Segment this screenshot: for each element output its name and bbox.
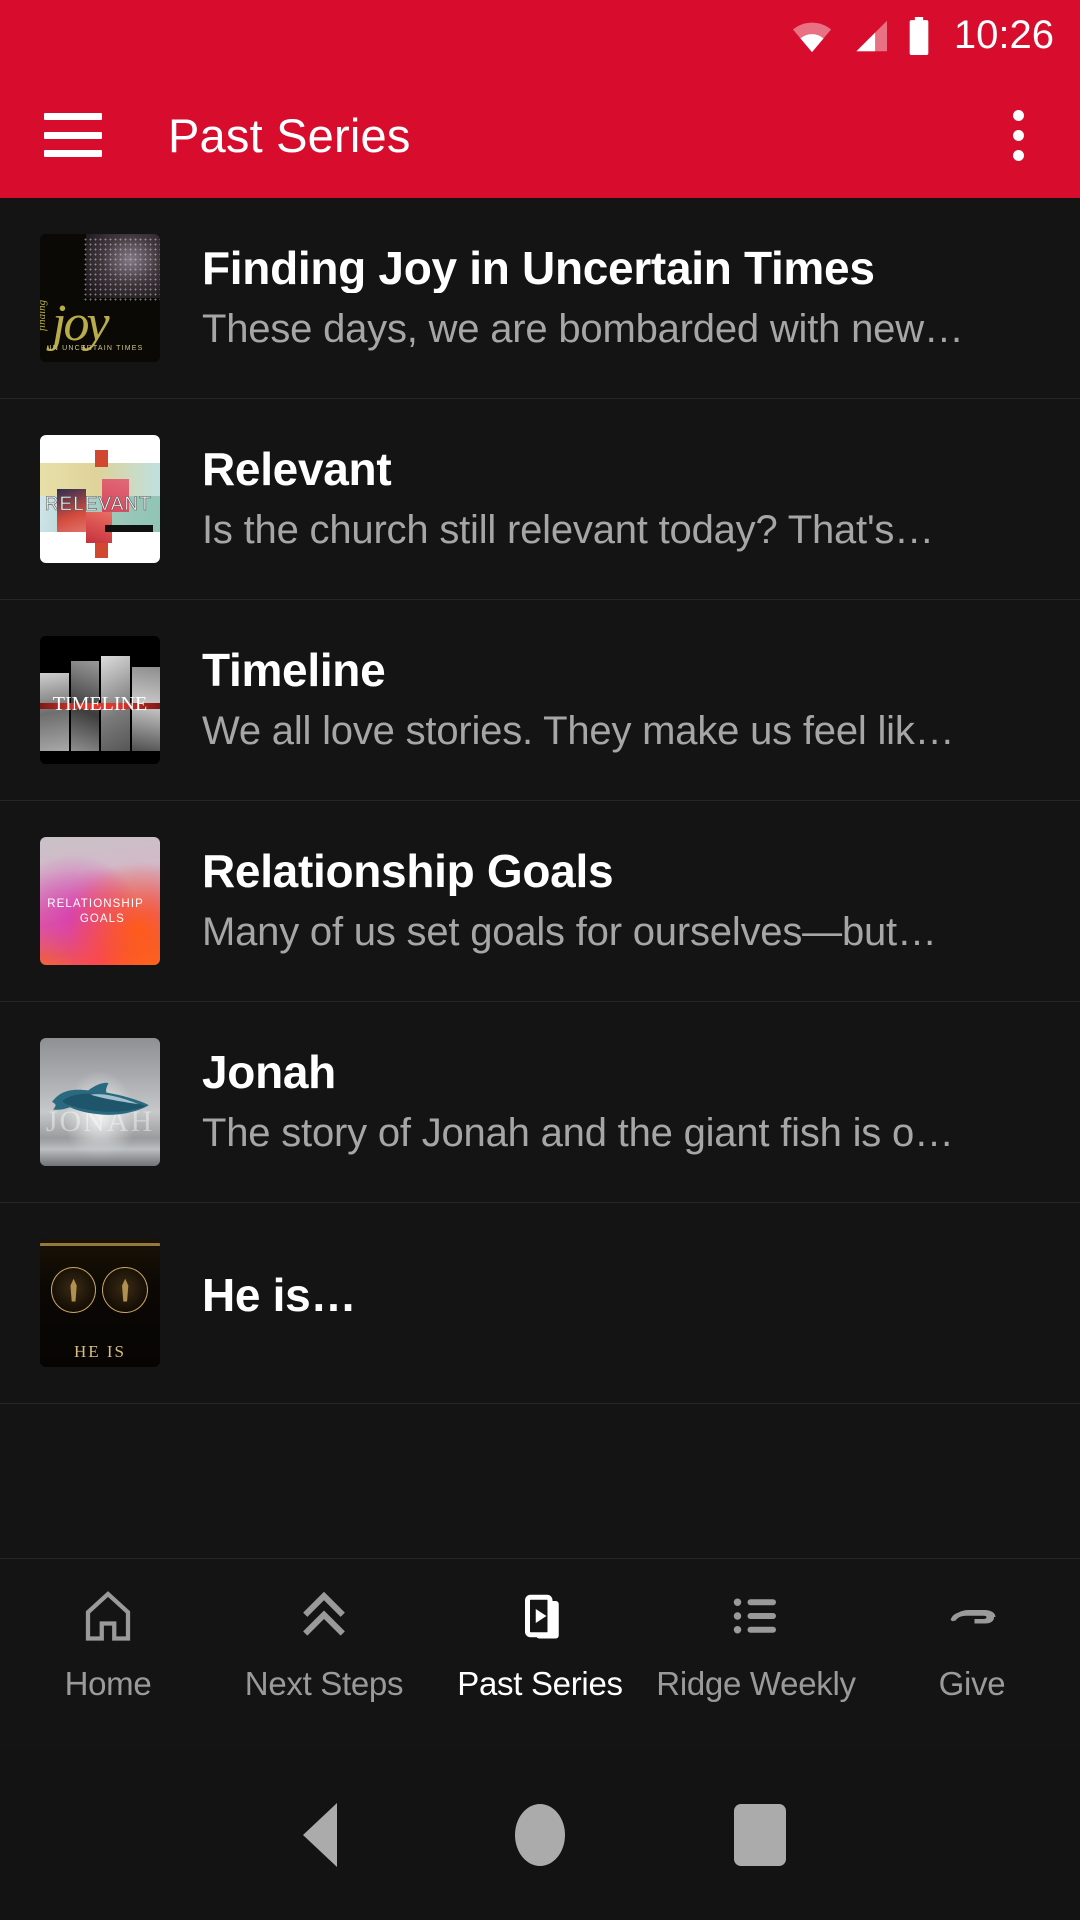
- series-thumbnail: HE IS: [40, 1239, 160, 1367]
- series-subtitle: The story of Jonah and the giant fish is…: [202, 1111, 954, 1156]
- hamburger-menu-icon[interactable]: [44, 113, 102, 157]
- android-system-navigation: [0, 1750, 1080, 1920]
- series-thumbnail: TIMELINE: [40, 636, 160, 764]
- artwork-text: RELATIONSHIP: [47, 898, 144, 911]
- artwork-text: finding: [40, 300, 49, 332]
- home-circle-icon: [515, 1804, 565, 1866]
- artwork-text: joy: [52, 294, 110, 352]
- past-series-list[interactable]: finding joy IN UNCERTAIN TIMES Finding J…: [0, 198, 1080, 1558]
- series-text-block: He is…: [202, 1271, 1080, 1335]
- nav-label: Home: [64, 1665, 152, 1702]
- nav-tab-past-series[interactable]: Past Series: [432, 1559, 648, 1750]
- nav-tab-ridge-weekly[interactable]: Ridge Weekly: [648, 1559, 864, 1750]
- list-icon: [726, 1585, 786, 1647]
- series-text-block: Timeline We all love stories. They make …: [202, 646, 1080, 755]
- table-row[interactable]: RELATIONSHIP GOALS Relationship Goals Ma…: [0, 801, 1080, 1002]
- series-title: Finding Joy in Uncertain Times: [202, 243, 875, 294]
- home-icon: [78, 1585, 138, 1647]
- system-back-button[interactable]: [210, 1750, 430, 1920]
- series-title: Timeline: [202, 645, 386, 696]
- series-subtitle: We all love stories. They make us feel l…: [202, 709, 955, 754]
- series-subtitle: These days, we are bombarded with new…: [202, 307, 964, 352]
- table-row[interactable]: HE IS He is…: [0, 1203, 1080, 1404]
- series-subtitle: Many of us set goals for ourselves—but…: [202, 910, 937, 955]
- battery-icon: [909, 17, 929, 55]
- series-text-block: Jonah The story of Jonah and the giant f…: [202, 1048, 1080, 1157]
- table-row[interactable]: RELEVANT Relevant Is the church still re…: [0, 399, 1080, 600]
- nav-label: Ridge Weekly: [656, 1665, 856, 1702]
- table-row[interactable]: JONAH Jonah The story of Jonah and the g…: [0, 1002, 1080, 1203]
- app-screen: 10:26 Past Series finding joy IN UNCERTA…: [0, 0, 1080, 1920]
- back-triangle-icon: [303, 1803, 337, 1867]
- double-chevron-up-icon: [294, 1585, 354, 1647]
- series-title: He is…: [202, 1271, 357, 1321]
- series-thumbnail: RELATIONSHIP GOALS: [40, 837, 160, 965]
- nav-tab-give[interactable]: Give: [864, 1559, 1080, 1750]
- artwork-text: RELEVANT: [44, 493, 152, 516]
- series-title: Relevant: [202, 444, 392, 495]
- system-recents-button[interactable]: [650, 1750, 870, 1920]
- artwork-text: HE IS: [73, 1341, 127, 1361]
- series-thumbnail: RELEVANT: [40, 435, 160, 563]
- series-text-block: Relationship Goals Many of us set goals …: [202, 847, 1080, 956]
- nav-tab-home[interactable]: Home: [0, 1559, 216, 1750]
- fish-illustration: [51, 1082, 149, 1115]
- series-title: Relationship Goals: [202, 846, 614, 897]
- series-text-block: Relevant Is the church still relevant to…: [202, 445, 1080, 554]
- system-home-button[interactable]: [430, 1750, 650, 1920]
- page-title: Past Series: [168, 108, 411, 162]
- overflow-menu-icon[interactable]: [1001, 100, 1036, 171]
- artwork-text: TIMELINE: [52, 692, 148, 715]
- artwork-text: IN UNCERTAIN TIMES: [49, 344, 144, 352]
- nav-label: Past Series: [457, 1665, 623, 1702]
- nav-label: Next Steps: [244, 1665, 404, 1702]
- status-bar: 10:26: [0, 0, 1080, 72]
- app-bar: Past Series: [0, 72, 1080, 198]
- video-card-stack-icon: [510, 1585, 570, 1647]
- series-thumbnail: finding joy IN UNCERTAIN TIMES: [40, 234, 160, 362]
- wifi-icon: [792, 22, 831, 53]
- series-title: Jonah: [202, 1047, 336, 1098]
- nav-label: Give: [938, 1665, 1006, 1702]
- recents-square-icon: [734, 1804, 786, 1866]
- cellular-signal-icon: [856, 20, 887, 52]
- series-subtitle: Is the church still relevant today? That…: [202, 508, 934, 553]
- series-thumbnail: JONAH: [40, 1038, 160, 1166]
- status-bar-clock: 10:26: [953, 13, 1054, 57]
- bottom-navigation-bar: Home Next Steps Past Series Ridge Weekly…: [0, 1558, 1080, 1750]
- artwork-text: GOALS: [79, 912, 125, 925]
- giving-hand-icon: [942, 1585, 1002, 1647]
- nav-tab-next-steps[interactable]: Next Steps: [216, 1559, 432, 1750]
- table-row[interactable]: finding joy IN UNCERTAIN TIMES Finding J…: [0, 198, 1080, 399]
- series-text-block: Finding Joy in Uncertain Times These day…: [202, 244, 1080, 353]
- table-row[interactable]: TIMELINE Timeline We all love stories. T…: [0, 600, 1080, 801]
